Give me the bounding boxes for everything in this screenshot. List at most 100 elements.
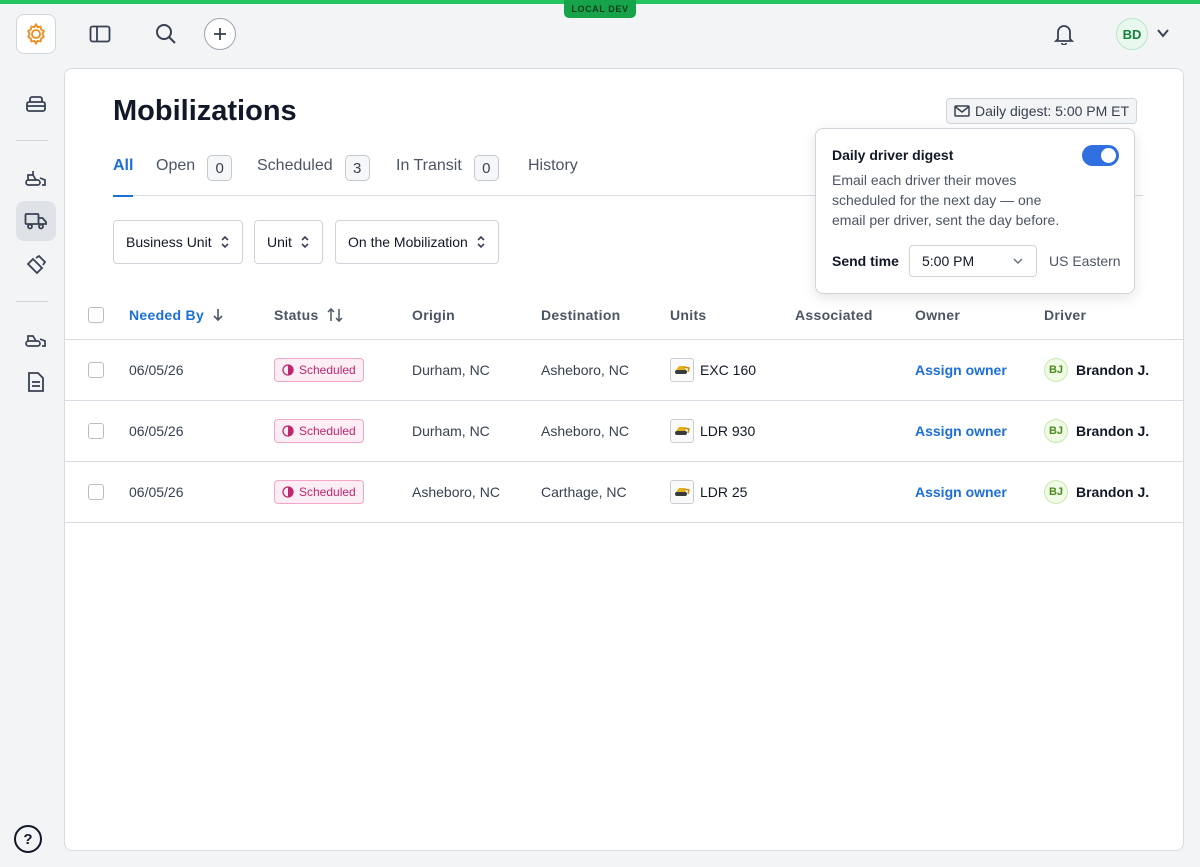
cell-destination: Asheboro, NC bbox=[541, 362, 629, 378]
user-menu-chevron[interactable] bbox=[1156, 26, 1170, 45]
column-driver[interactable]: Driver bbox=[1044, 290, 1086, 340]
column-status[interactable]: Status bbox=[274, 290, 343, 340]
timezone-label: US Eastern bbox=[1049, 253, 1121, 269]
sort-icon bbox=[327, 308, 343, 322]
status-badge: Scheduled bbox=[274, 419, 364, 443]
help-button[interactable]: ? bbox=[14, 825, 42, 853]
cell-status: Scheduled bbox=[274, 462, 364, 522]
cell-needed-by: 06/05/26 bbox=[129, 362, 184, 378]
driver-avatar: BJ bbox=[1044, 358, 1068, 382]
sidebar-item-inventory[interactable] bbox=[16, 84, 56, 124]
status-badge: Scheduled bbox=[274, 480, 364, 504]
sidebar-item-fleet[interactable] bbox=[16, 318, 56, 358]
tab-scheduled[interactable]: Scheduled 3 bbox=[257, 153, 370, 196]
cell-status: Scheduled bbox=[274, 340, 364, 400]
add-button[interactable] bbox=[204, 18, 236, 50]
assign-owner-link[interactable]: Assign owner bbox=[915, 362, 1007, 378]
filter-on-mobilization[interactable]: On the Mobilization bbox=[335, 220, 499, 264]
search-button[interactable] bbox=[150, 18, 182, 50]
loader-unit-icon bbox=[670, 419, 694, 443]
cell-unit[interactable]: LDR 25 bbox=[670, 462, 747, 522]
sidebar-toggle-button[interactable] bbox=[84, 18, 116, 50]
select-all-checkbox[interactable] bbox=[88, 307, 104, 323]
sidebar-divider bbox=[16, 301, 48, 302]
cell-unit[interactable]: LDR 930 bbox=[670, 401, 755, 461]
column-label: Status bbox=[274, 307, 319, 323]
truck-icon bbox=[24, 213, 47, 230]
driver-avatar: BJ bbox=[1044, 480, 1068, 504]
column-associated[interactable]: Associated bbox=[795, 290, 873, 340]
chevron-updown-icon bbox=[301, 235, 309, 249]
tab-open[interactable]: Open 0 bbox=[156, 153, 233, 196]
page-title: Mobilizations bbox=[113, 95, 297, 127]
cell-driver: BJ Brandon J. bbox=[1044, 401, 1149, 461]
tab-count: 0 bbox=[207, 155, 233, 181]
loader-unit-icon bbox=[670, 480, 694, 504]
status-label: Scheduled bbox=[299, 424, 356, 438]
table-row[interactable]: 06/05/26 Scheduled Durham, NC Asheboro, … bbox=[65, 340, 1183, 401]
app-logo-button[interactable] bbox=[16, 14, 56, 54]
cell-unit[interactable]: EXC 160 bbox=[670, 340, 756, 400]
cell-status: Scheduled bbox=[274, 401, 364, 461]
cell-needed-by: 06/05/26 bbox=[129, 484, 184, 500]
row-checkbox[interactable] bbox=[88, 423, 104, 439]
digest-toggle[interactable] bbox=[1082, 145, 1119, 166]
tab-history[interactable]: History bbox=[528, 153, 578, 196]
filter-unit[interactable]: Unit bbox=[254, 220, 323, 264]
driver-name: Brandon J. bbox=[1076, 484, 1150, 500]
document-icon bbox=[28, 372, 44, 392]
sidebar-item-equipment[interactable] bbox=[16, 157, 56, 197]
sidebar-item-mobilizations[interactable] bbox=[16, 201, 56, 241]
filter-business-unit[interactable]: Business Unit bbox=[113, 220, 243, 264]
assign-owner-link[interactable]: Assign owner bbox=[915, 423, 1007, 439]
filter-label: Unit bbox=[267, 234, 292, 250]
cell-driver: BJ Brandon J. bbox=[1044, 340, 1149, 400]
popover-title: Daily driver digest bbox=[832, 147, 954, 163]
assign-owner-link[interactable]: Assign owner bbox=[915, 484, 1007, 500]
table-row[interactable]: 06/05/26 Scheduled Asheboro, NC Carthage… bbox=[65, 462, 1183, 523]
column-destination[interactable]: Destination bbox=[541, 290, 621, 340]
toggle-knob bbox=[1101, 148, 1116, 163]
tab-all[interactable]: All bbox=[113, 153, 134, 197]
column-needed-by[interactable]: Needed By bbox=[129, 290, 224, 340]
row-checkbox[interactable] bbox=[88, 484, 104, 500]
status-badge: Scheduled bbox=[274, 358, 364, 382]
cell-owner: Assign owner bbox=[915, 340, 1007, 400]
driver-avatar: BJ bbox=[1044, 419, 1068, 443]
cell-origin: Durham, NC bbox=[412, 423, 490, 439]
sidebar-item-reports[interactable] bbox=[16, 362, 56, 402]
env-badge: LOCAL DEV bbox=[564, 0, 636, 18]
table-header: Needed By Status Origin Destination Unit… bbox=[65, 290, 1183, 340]
popover-description: Email each driver their moves scheduled … bbox=[832, 172, 1060, 228]
sidebar-item-maintenance[interactable] bbox=[16, 245, 56, 285]
unit-name: LDR 25 bbox=[700, 484, 748, 500]
chevron-down-icon bbox=[1013, 258, 1023, 265]
tab-label: History bbox=[528, 157, 578, 174]
driver-name: Brandon J. bbox=[1076, 423, 1150, 439]
unit-name: EXC 160 bbox=[700, 362, 757, 378]
column-origin[interactable]: Origin bbox=[412, 290, 455, 340]
table-row[interactable]: 06/05/26 Scheduled Durham, NC Asheboro, … bbox=[65, 401, 1183, 462]
box-stack-icon bbox=[26, 96, 46, 112]
arrow-down-icon bbox=[213, 309, 223, 322]
loader-icon bbox=[25, 335, 46, 347]
tab-label: In Transit bbox=[396, 157, 462, 174]
mail-icon bbox=[954, 105, 970, 117]
send-time-select[interactable]: 5:00 PM bbox=[909, 245, 1037, 277]
driver-name: Brandon J. bbox=[1076, 362, 1150, 378]
column-owner[interactable]: Owner bbox=[915, 290, 960, 340]
wrench-icon bbox=[26, 254, 47, 275]
cell-needed-by: 06/05/26 bbox=[129, 423, 184, 439]
column-units[interactable]: Units bbox=[670, 290, 707, 340]
tab-in-transit[interactable]: In Transit 0 bbox=[396, 153, 499, 196]
row-checkbox[interactable] bbox=[88, 362, 104, 378]
sidebar-panel-icon bbox=[89, 25, 111, 43]
notifications-button[interactable] bbox=[1048, 18, 1080, 50]
daily-digest-button[interactable]: Daily digest: 5:00 PM ET bbox=[946, 98, 1138, 124]
cell-origin: Asheboro, NC bbox=[412, 484, 500, 500]
cell-owner: Assign owner bbox=[915, 462, 1007, 522]
filter-label: On the Mobilization bbox=[348, 234, 468, 250]
user-avatar[interactable]: BD bbox=[1116, 18, 1148, 50]
tab-label: Open bbox=[156, 157, 196, 174]
cell-destination: Carthage, NC bbox=[541, 484, 627, 500]
